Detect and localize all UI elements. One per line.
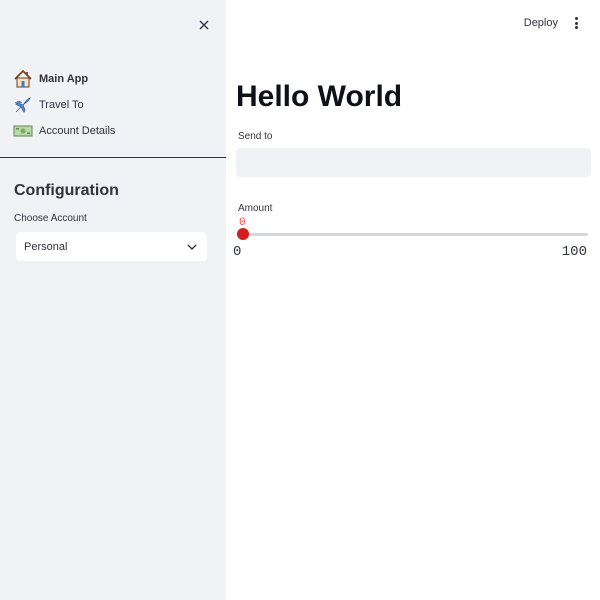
house-icon [12,69,34,89]
menu-dot [574,26,578,29]
choose-account-label: Choose Account [14,213,87,224]
configuration-heading: Configuration [14,182,119,199]
account-select-value: Personal [24,240,68,253]
airplane-icon [12,95,34,115]
slider-max-label: 100 [561,244,587,260]
page-title: Hello World [236,80,403,113]
close-sidebar-button[interactable] [195,16,213,34]
menu-dot [574,17,578,20]
close-icon [199,20,209,30]
app-window: Main App Travel To Account Details Confi… [0,0,600,600]
account-select[interactable]: Personal [16,232,207,261]
money-icon [12,121,34,141]
sidebar-item-label: Main App [39,73,89,85]
sidebar-item-travel-to[interactable]: Travel To [12,92,212,118]
send-to-input[interactable] [236,148,591,177]
chevron-down-icon [187,243,197,251]
sidebar-nav: Main App Travel To Account Details [12,66,212,144]
send-to-label: Send to [238,131,273,142]
sidebar-divider [0,157,226,158]
amount-slider-thumb[interactable] [237,228,249,240]
sidebar-item-label: Travel To [39,99,84,111]
sidebar-item-label: Account Details [39,125,116,137]
sidebar-item-account-details[interactable]: Account Details [12,118,212,144]
deploy-button[interactable]: Deploy [524,17,558,29]
amount-slider-track[interactable] [242,233,588,236]
main-content: Deploy Hello World Send to Amount 0 0 10… [226,0,600,600]
sidebar: Main App Travel To Account Details Confi… [0,0,226,600]
menu-dot [574,21,578,25]
slider-min-label: 0 [233,244,242,260]
amount-label: Amount [238,203,273,214]
main-menu-button[interactable] [571,15,581,31]
sidebar-item-main-app[interactable]: Main App [12,66,212,92]
